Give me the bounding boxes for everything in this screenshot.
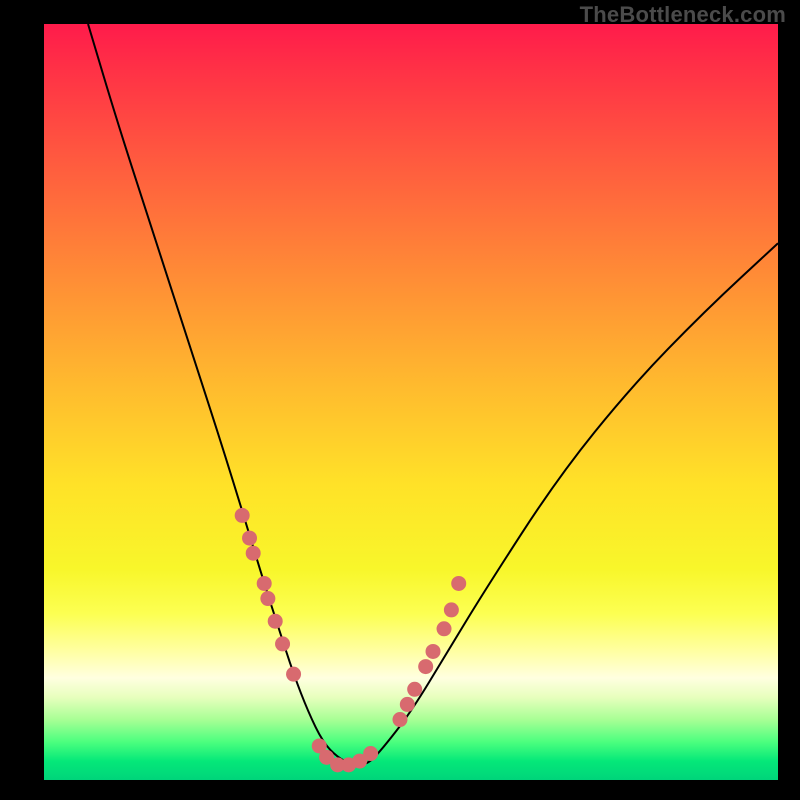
data-markers	[235, 508, 467, 772]
data-point	[418, 659, 433, 674]
data-point	[235, 508, 250, 523]
data-point	[400, 697, 415, 712]
plot-area	[44, 24, 778, 780]
data-point	[437, 621, 452, 636]
data-point	[426, 644, 441, 659]
data-point	[246, 546, 261, 561]
data-point	[275, 636, 290, 651]
data-point	[242, 531, 257, 546]
data-point	[363, 746, 378, 761]
data-point	[451, 576, 466, 591]
curve-layer	[44, 24, 778, 780]
data-point	[260, 591, 275, 606]
data-point	[268, 614, 283, 629]
data-point	[444, 602, 459, 617]
data-point	[392, 712, 407, 727]
chart-frame: TheBottleneck.com	[0, 0, 800, 800]
data-point	[257, 576, 272, 591]
data-point	[407, 682, 422, 697]
data-point	[286, 667, 301, 682]
